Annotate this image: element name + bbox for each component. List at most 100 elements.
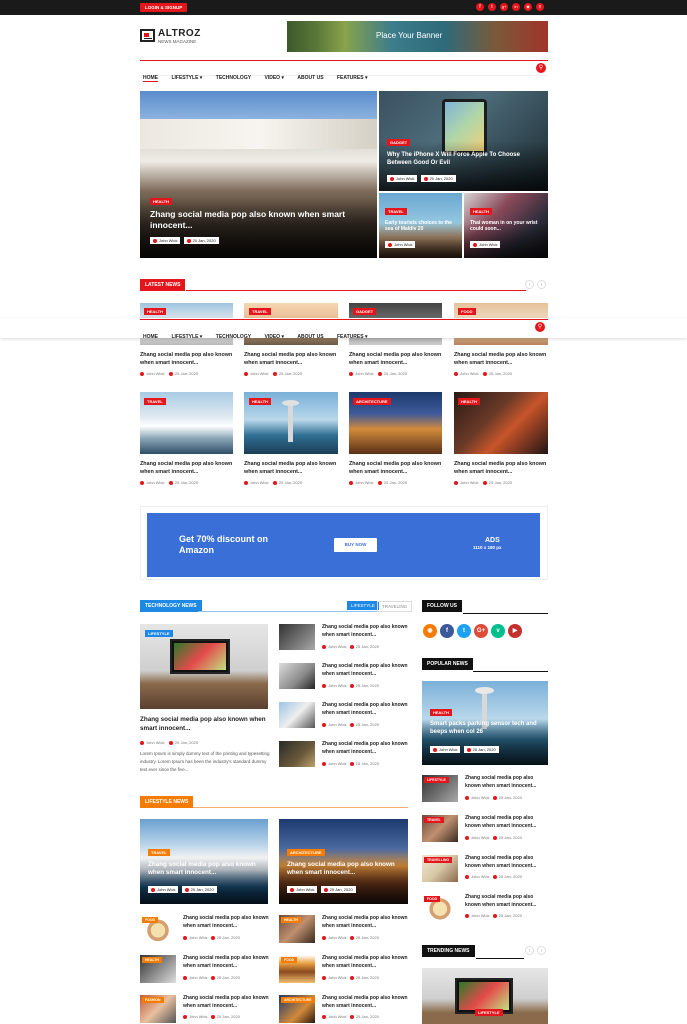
tech-list-2-title[interactable]: Zhang social media pop also known when s… [322, 663, 410, 678]
hero-main-title[interactable]: Zhang social media pop also known when s… [150, 209, 370, 230]
latest-card-2-title[interactable]: Zhang social media pop also known when s… [244, 351, 339, 367]
logo-icon[interactable] [140, 29, 155, 42]
latest-card-6-author[interactable]: John Wick [250, 480, 268, 485]
rss-icon[interactable]: ◉ [524, 3, 532, 11]
hero-top-right-author[interactable]: John Wick [387, 175, 418, 182]
lifestyle-small-2-author[interactable]: John Wick [328, 935, 346, 940]
lifestyle-big-1-author[interactable]: John Wick [148, 886, 179, 893]
twitter-icon[interactable]: t [488, 3, 496, 11]
latest-next-button[interactable]: › [537, 280, 546, 289]
popular-list-3-tag[interactable]: TRAVELLING [424, 857, 453, 863]
hero-top-right-title[interactable]: Why The iPhone X Will Force Apple To Cho… [387, 152, 537, 167]
hero-main[interactable]: HEALTH Zhang social media pop also known… [140, 91, 377, 258]
nav-technology[interactable]: TECHNOLOGY [216, 75, 251, 81]
lifestyle-small-3-image[interactable]: HEALTH [140, 955, 176, 983]
tech-list-4-author[interactable]: John Wick [328, 761, 346, 766]
sticky-nav-features[interactable]: FEATURES ▾ [337, 334, 367, 340]
popular-list-4-author[interactable]: John Wick [471, 913, 489, 918]
popular-feature[interactable]: HEALTH Smart packs parking sensor tech a… [422, 681, 548, 765]
tech-list-3-author[interactable]: John Wick [328, 722, 346, 727]
hero-bottom-right[interactable]: HEALTH Thai woman in on your wrist could… [464, 193, 548, 258]
latest-card-5-author[interactable]: John Wick [146, 480, 164, 485]
latest-card-4-author[interactable]: John Wick [460, 371, 478, 376]
lifestyle-big-2-title[interactable]: Zhang social media pop also known when s… [287, 861, 405, 877]
trending-prev-button[interactable]: ‹ [525, 946, 534, 955]
sticky-nav-video[interactable]: VIDEO ▾ [265, 334, 284, 340]
lifestyle-small-4-title[interactable]: Zhang social media pop also known when s… [322, 955, 410, 970]
latest-card-1-author[interactable]: John Wick [146, 371, 164, 376]
nav-lifestyle[interactable]: LIFESTYLE ▾ [171, 75, 202, 81]
nav-about[interactable]: ABOUT US [297, 75, 323, 81]
hero-bottom-right-title[interactable]: Thai woman in on your wrist could soon..… [470, 220, 544, 233]
popular-list-2-author[interactable]: John Wick [471, 835, 489, 840]
youtube-icon[interactable]: ▶ [508, 624, 522, 638]
rss-icon[interactable]: ◉ [423, 624, 437, 638]
sticky-nav-technology[interactable]: TECHNOLOGY [216, 334, 251, 340]
lifestyle-small-4-tag[interactable]: FOOD [281, 957, 298, 963]
lifestyle-small-1-image[interactable]: FOOD [140, 915, 176, 943]
tech-feature-title[interactable]: Zhang social media pop also known when s… [140, 715, 270, 733]
latest-card-3-author[interactable]: John Wick [355, 371, 373, 376]
tech-list-1-image[interactable] [279, 624, 315, 650]
sticky-nav-lifestyle[interactable]: LIFESTYLE ▾ [171, 334, 202, 340]
lifestyle-small-2-title[interactable]: Zhang social media pop also known when s… [322, 915, 410, 930]
popular-list-3-title[interactable]: Zhang social media pop also known when s… [465, 855, 549, 870]
tech-tab-traveling[interactable]: TRAVELING [377, 601, 413, 612]
lifestyle-small-5-image[interactable]: FASHION [140, 995, 176, 1023]
popular-list-2-title[interactable]: Zhang social media pop also known when s… [465, 815, 549, 830]
popular-list-4-tag[interactable]: FOOD [424, 896, 441, 902]
hero-bottom-left-title[interactable]: Early tourists choices to the sea of Mal… [385, 220, 459, 233]
hero-bottom-right-tag[interactable]: HEALTH [470, 208, 492, 215]
latest-card-2-author[interactable]: John Wick [250, 371, 268, 376]
hero-bottom-left-tag[interactable]: TRAVEL [385, 208, 407, 215]
popular-list-1-tag[interactable]: LIFESTYLE [424, 777, 449, 783]
lifestyle-small-6-title[interactable]: Zhang social media pop also known when s… [322, 995, 410, 1010]
google-plus-icon[interactable]: g+ [500, 3, 508, 11]
latest-card-5-tag[interactable]: TRAVEL [144, 398, 166, 405]
latest-card-6-tag[interactable]: HEALTH [249, 398, 271, 405]
latest-card-4-title[interactable]: Zhang social media pop also known when s… [454, 351, 549, 367]
popular-list-4-image[interactable]: FOOD [422, 894, 458, 921]
vine-icon[interactable]: v [491, 624, 505, 638]
lifestyle-small-2-tag[interactable]: HEALTH [281, 917, 301, 923]
latest-card-1-title[interactable]: Zhang social media pop also known when s… [140, 351, 235, 367]
lifestyle-big-1-title[interactable]: Zhang social media pop also known when s… [148, 861, 266, 877]
latest-card-3-tag[interactable]: GADGET [353, 308, 377, 315]
popular-list-1-author[interactable]: John Wick [471, 795, 489, 800]
latest-card-1-tag[interactable]: HEALTH [144, 308, 166, 315]
tech-list-3-title[interactable]: Zhang social media pop also known when s… [322, 702, 410, 717]
popular-feature-author[interactable]: John Wick [430, 746, 461, 753]
latest-card-5-title[interactable]: Zhang social media pop also known when s… [140, 460, 235, 476]
twitter-icon[interactable]: t [457, 624, 471, 638]
facebook-icon[interactable]: f [476, 3, 484, 11]
trending-image[interactable]: LIFESTYLE [422, 968, 548, 1024]
lifestyle-small-5-tag[interactable]: FASHION [142, 997, 164, 1003]
lifestyle-small-1-title[interactable]: Zhang social media pop also known when s… [183, 915, 271, 930]
latest-card-7-author[interactable]: John Wick [355, 480, 373, 485]
hero-main-tag[interactable]: HEALTH [150, 198, 172, 205]
popular-list-2-tag[interactable]: TRAVEL [424, 817, 444, 823]
tech-feature-author[interactable]: John Wick [146, 740, 164, 745]
hero-bottom-left[interactable]: TRAVEL Early tourists choices to the sea… [379, 193, 462, 258]
trending-tag[interactable]: LIFESTYLE [475, 1009, 503, 1016]
search-icon-top[interactable]: ⚲ [536, 3, 544, 11]
lifestyle-big-2-author[interactable]: John Wick [287, 886, 318, 893]
tech-feature-tag[interactable]: LIFESTYLE [145, 630, 173, 637]
tech-list-1-author[interactable]: John Wick [328, 644, 346, 649]
sticky-nav-home[interactable]: HOME [143, 334, 158, 340]
hero-top-right-tag[interactable]: GADGET [387, 139, 411, 146]
tech-tab-lifestyle[interactable]: LIFESTYLE [347, 601, 379, 610]
latest-card-3-title[interactable]: Zhang social media pop also known when s… [349, 351, 444, 367]
lifestyle-small-4-author[interactable]: John Wick [328, 975, 346, 980]
tech-list-4-title[interactable]: Zhang social media pop also known when s… [322, 741, 410, 756]
lifestyle-small-5-author[interactable]: John Wick [189, 1014, 207, 1019]
search-button[interactable]: ⚲ [536, 63, 546, 73]
hero-main-author[interactable]: John Wick [150, 237, 181, 244]
lifestyle-small-2-image[interactable]: HEALTH [279, 915, 315, 943]
latest-card-6-title[interactable]: Zhang social media pop also known when s… [244, 460, 339, 476]
popular-list-1-title[interactable]: Zhang social media pop also known when s… [465, 775, 549, 790]
popular-feature-tag[interactable]: HEALTH [430, 709, 452, 716]
login-button[interactable]: LOGIN & SIGNUP [140, 3, 188, 12]
tech-list-4-image[interactable] [279, 741, 315, 767]
lifestyle-small-3-tag[interactable]: HEALTH [142, 957, 162, 963]
